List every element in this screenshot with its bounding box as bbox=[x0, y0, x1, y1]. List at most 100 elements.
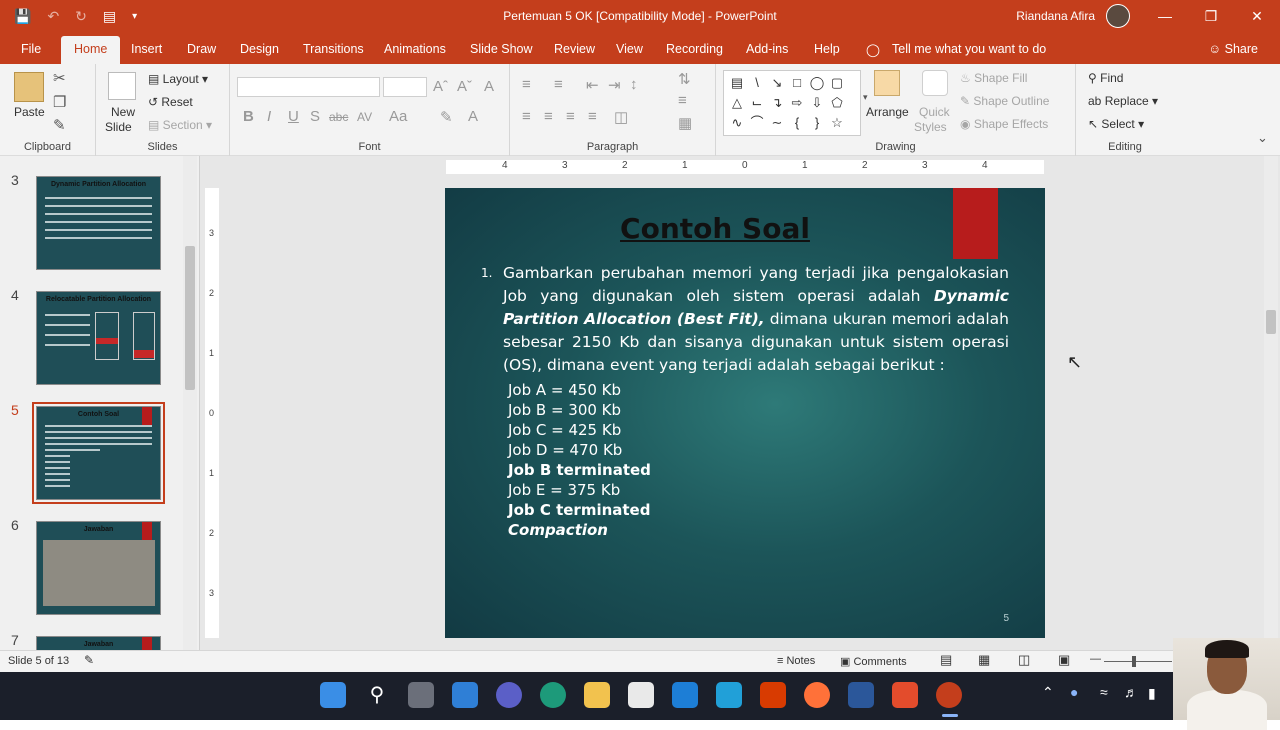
bullets-icon[interactable]: ≡ bbox=[522, 76, 531, 93]
zoom-slider-thumb[interactable] bbox=[1132, 656, 1136, 667]
tab-animations[interactable]: Animations bbox=[384, 42, 446, 56]
quick-styles-icon[interactable] bbox=[922, 70, 948, 96]
line-spacing-icon[interactable]: ↕ bbox=[630, 76, 638, 93]
zoom-out-icon[interactable]: — bbox=[1090, 653, 1101, 665]
quick-styles-button-line2[interactable]: Styles bbox=[914, 120, 947, 134]
volume-icon[interactable]: ♬ bbox=[1124, 684, 1138, 700]
smartart-icon[interactable]: ▦ bbox=[678, 114, 692, 132]
file-explorer-icon[interactable] bbox=[584, 682, 610, 708]
tab-review[interactable]: Review bbox=[554, 42, 595, 56]
tab-draw[interactable]: Draw bbox=[187, 42, 216, 56]
tab-recording[interactable]: Recording bbox=[666, 42, 723, 56]
line-shape-icon[interactable]: \ bbox=[747, 73, 767, 93]
font-color-icon[interactable]: A bbox=[468, 108, 478, 125]
format-painter-icon[interactable]: ✎ bbox=[53, 116, 66, 134]
arrange-button[interactable]: Arrange bbox=[866, 105, 909, 119]
restore-icon[interactable]: ❐ bbox=[1188, 0, 1234, 34]
slide-thumbnail-3[interactable]: Dynamic Partition Allocation bbox=[36, 176, 161, 270]
editor-scroll-thumb[interactable] bbox=[1266, 310, 1276, 334]
wifi-icon[interactable]: ≈ bbox=[1100, 684, 1108, 700]
arrange-icon[interactable] bbox=[874, 70, 900, 96]
change-case-icon[interactable]: Aa bbox=[389, 108, 407, 125]
section-button[interactable]: ▤ Section ▾ bbox=[148, 118, 212, 132]
start-icon[interactable] bbox=[320, 682, 346, 708]
reset-button[interactable]: ↺ Reset bbox=[148, 95, 193, 109]
font-family-select[interactable] bbox=[237, 77, 380, 97]
firefox-icon[interactable] bbox=[804, 682, 830, 708]
store-icon[interactable] bbox=[628, 682, 654, 708]
l-app-icon[interactable] bbox=[716, 682, 742, 708]
slide-thumbnail-7[interactable]: Jawaban bbox=[36, 636, 161, 650]
rounded-rect-shape-icon[interactable]: ▢ bbox=[827, 73, 847, 93]
brace-left-shape-icon[interactable]: { bbox=[787, 113, 807, 133]
copy-icon[interactable]: ❐ bbox=[53, 93, 66, 111]
arrow-line-shape-icon[interactable]: ↘ bbox=[767, 73, 787, 93]
normal-view-icon[interactable]: ▤ bbox=[940, 652, 952, 668]
search-icon[interactable]: ⚲ bbox=[364, 682, 390, 708]
find-button[interactable]: ⚲ Find bbox=[1088, 71, 1123, 85]
shape-effects-button[interactable]: ◉ Shape Effects bbox=[960, 117, 1048, 131]
slideshow-view-icon[interactable]: ▣ bbox=[1058, 652, 1070, 668]
office-icon[interactable] bbox=[760, 682, 786, 708]
paste-icon[interactable] bbox=[14, 72, 44, 102]
thumbnails-scroll-thumb[interactable] bbox=[185, 246, 195, 390]
layout-button[interactable]: ▤ Layout ▾ bbox=[148, 72, 208, 86]
align-center-icon[interactable]: ≡ bbox=[544, 108, 553, 125]
strikethrough-icon[interactable]: abc bbox=[329, 110, 348, 124]
comments-button[interactable]: ▣ Comments bbox=[840, 655, 907, 668]
curve-shape-icon[interactable]: ∼ bbox=[767, 113, 787, 133]
shape-fill-button[interactable]: ♨ Shape Fill bbox=[960, 71, 1027, 85]
shapes-gallery[interactable]: ▤ \ ↘ □ ◯ ▢ △ ⌙ ↴ ⇨ ⇩ ⬠ ∿ ⌒ ∼{} ☆ bbox=[723, 70, 861, 136]
tab-view[interactable]: View bbox=[616, 42, 643, 56]
new-slide-icon[interactable] bbox=[108, 72, 136, 100]
teams-chat-icon[interactable] bbox=[496, 682, 522, 708]
highlight-icon[interactable]: ✎ bbox=[440, 108, 453, 126]
pentagon-shape-icon[interactable]: ⬠ bbox=[827, 93, 847, 113]
star-shape-icon[interactable]: ☆ bbox=[827, 113, 847, 133]
numbering-icon[interactable]: ≡ bbox=[554, 76, 563, 93]
shapes-more-icon[interactable]: ▾ bbox=[863, 92, 868, 103]
editor-scrollbar[interactable] bbox=[1264, 156, 1278, 650]
thumbnails-scrollbar[interactable] bbox=[183, 156, 197, 650]
text-direction-icon[interactable]: ⇅ bbox=[678, 70, 691, 88]
word-icon[interactable] bbox=[848, 682, 874, 708]
shadow-icon[interactable]: S bbox=[310, 108, 320, 125]
tab-add-ins[interactable]: Add-ins bbox=[746, 42, 788, 56]
freeform-shape-icon[interactable]: ∿ bbox=[727, 113, 747, 133]
increase-indent-icon[interactable]: ⇥ bbox=[608, 76, 621, 94]
elbow-arrow-shape-icon[interactable]: ↴ bbox=[767, 93, 787, 113]
increase-font-icon[interactable]: Aˆ bbox=[433, 78, 448, 95]
tab-insert[interactable]: Insert bbox=[131, 42, 162, 56]
italic-icon[interactable]: I bbox=[267, 108, 271, 125]
mail-icon[interactable] bbox=[672, 682, 698, 708]
battery-icon[interactable]: ▮ bbox=[1148, 685, 1156, 702]
align-right-icon[interactable]: ≡ bbox=[566, 108, 575, 125]
powerpoint-icon[interactable] bbox=[936, 682, 962, 708]
tab-transitions[interactable]: Transitions bbox=[303, 42, 364, 56]
slide-body[interactable]: 1. Gambarkan perubahan memori yang terja… bbox=[481, 262, 1009, 540]
align-left-icon[interactable]: ≡ bbox=[522, 108, 531, 125]
slide-canvas[interactable]: Contoh Soal 1. Gambarkan perubahan memor… bbox=[445, 188, 1045, 638]
share-button[interactable]: ☺ Share bbox=[1208, 42, 1258, 56]
select-button[interactable]: ↖ Select ▾ bbox=[1088, 117, 1144, 131]
elbow-shape-icon[interactable]: ⌙ bbox=[747, 93, 767, 113]
shape-outline-button[interactable]: ✎ Shape Outline bbox=[960, 94, 1049, 108]
slide-title[interactable]: Contoh Soal bbox=[445, 212, 985, 245]
decrease-font-icon[interactable]: Aˇ bbox=[457, 78, 472, 95]
reading-view-icon[interactable]: ◫ bbox=[1018, 652, 1030, 668]
new-slide-button-line2[interactable]: Slide bbox=[105, 120, 132, 134]
align-text-icon[interactable]: ≡ bbox=[678, 92, 687, 109]
notes-button[interactable]: ≡ Notes bbox=[777, 655, 815, 667]
minimize-icon[interactable]: — bbox=[1142, 0, 1188, 34]
columns-icon[interactable]: ◫ bbox=[614, 108, 628, 126]
tab-home[interactable]: Home bbox=[61, 36, 121, 64]
c-app-icon[interactable] bbox=[892, 682, 918, 708]
edge-icon[interactable] bbox=[540, 682, 566, 708]
decrease-indent-icon[interactable]: ⇤ bbox=[586, 76, 599, 94]
slide-sorter-icon[interactable]: ▦ bbox=[978, 652, 990, 668]
accessibility-icon[interactable]: ✎ bbox=[84, 653, 94, 667]
cut-icon[interactable]: ✂ bbox=[53, 69, 66, 87]
spacing-icon[interactable]: AV bbox=[357, 110, 372, 124]
tab-design[interactable]: Design bbox=[240, 42, 279, 56]
user-name[interactable]: Riandana Afira bbox=[1016, 9, 1095, 23]
